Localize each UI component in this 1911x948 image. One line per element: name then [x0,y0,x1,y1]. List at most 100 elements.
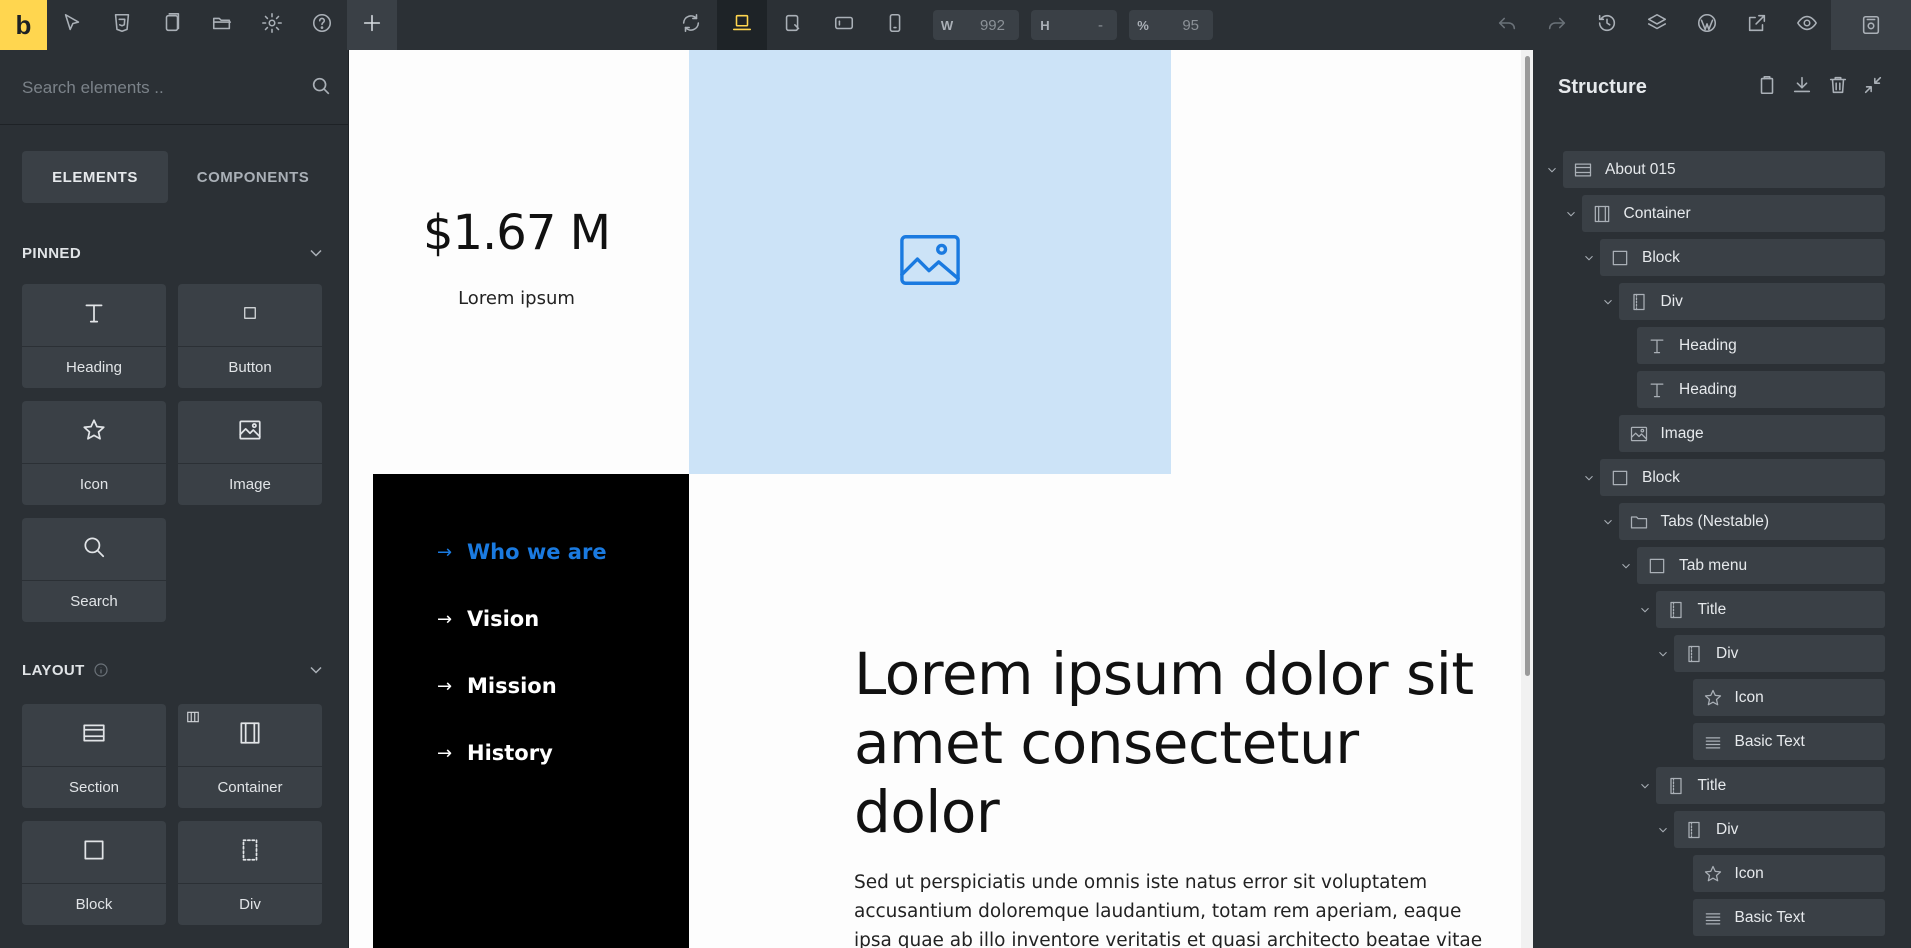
chevron-down-icon[interactable] [1636,591,1654,628]
structure-item-box[interactable] [1655,767,1885,804]
structure-item[interactable]: About 015 [1533,151,1885,188]
chevron-down-icon[interactable] [1580,239,1598,276]
tab-elements[interactable]: ELEMENTS [22,151,168,203]
chevron-down-icon[interactable] [1580,459,1598,496]
structure-item[interactable]: Title [1533,767,1885,804]
css-button[interactable] [97,0,147,50]
chevron-down-icon[interactable] [1636,767,1654,804]
chevron-down-icon[interactable] [1599,283,1617,320]
element-label: Container [217,779,283,796]
tab-history[interactable]: → History [437,741,553,765]
chevron-down-icon[interactable] [1599,503,1617,540]
element-label: Button [228,359,272,376]
breakpoint-tablet-button[interactable] [819,0,869,50]
structure-item[interactable]: Container [1533,195,1885,232]
structure-item[interactable]: Title [1533,591,1885,628]
structure-item[interactable]: Tab menu [1533,547,1885,584]
element-div[interactable]: Div [178,821,322,925]
element-button[interactable]: Button [178,284,322,388]
select-cursor-button[interactable] [47,0,97,50]
element-heading[interactable]: Heading [22,284,166,388]
layers-button[interactable] [1632,0,1682,50]
structure-item[interactable]: Heading [1533,327,1885,364]
clipboard-icon[interactable] [1756,74,1780,98]
chevron-down-icon[interactable] [1617,547,1635,584]
structure-item[interactable]: Icon [1533,855,1885,892]
preview-canvas[interactable]: $1.67 M Lorem ipsum → Who we are → Visio… [348,50,1533,948]
element-block[interactable]: Block [22,821,166,925]
trash-icon[interactable] [1827,74,1851,98]
chevron-down-icon[interactable] [1654,635,1672,672]
structure-item-box[interactable] [1637,547,1885,584]
tab-who-we-are[interactable]: → Who we are [437,540,607,564]
chevron-down-icon[interactable] [1562,195,1580,232]
tab-vision[interactable]: → Vision [437,607,539,631]
height-field[interactable]: H - [1031,10,1117,40]
structure-item[interactable]: Tabs (Nestable) [1533,503,1885,540]
breakpoint-desktop-button[interactable] [717,0,767,50]
width-label: W [940,17,954,33]
content-heading[interactable]: Lorem ipsum dolor sit amet consectetur d… [854,640,1504,847]
structure-item-box[interactable] [1637,327,1885,364]
structure-item[interactable]: Heading [1533,371,1885,408]
undo-button[interactable] [1482,0,1532,50]
tab-mission[interactable]: → Mission [437,674,557,698]
help-button[interactable] [297,0,347,50]
structure-item[interactable]: Div [1533,635,1885,672]
element-search[interactable]: Search elements .. [0,50,348,125]
structure-item-box[interactable] [1674,811,1885,848]
zoom-field[interactable]: % 95 [1129,10,1213,40]
container-icon [1592,204,1612,224]
structure-item[interactable]: Image [1533,415,1885,452]
logo[interactable]: b [0,0,47,50]
settings-button[interactable] [247,0,297,50]
pages-button[interactable] [147,0,197,50]
width-field[interactable]: W 992 [933,10,1019,40]
content-body[interactable]: Sed ut perspiciatis unde omnis iste natu… [854,868,1504,948]
stat-label[interactable]: Lorem ipsum [349,288,684,309]
structure-item-box[interactable] [1618,415,1885,452]
collapse-icon[interactable] [1862,74,1886,98]
text-icon [1703,908,1723,928]
stat-value[interactable]: $1.67 M [349,205,684,261]
structure-item[interactable]: Div [1533,283,1885,320]
structure-item-box[interactable] [1674,635,1885,672]
save-button[interactable] [1831,0,1911,50]
pinned-header[interactable]: PINNED [22,243,326,263]
breakpoint-mobile-button[interactable] [870,0,920,50]
layout-header[interactable]: LAYOUT [22,660,326,680]
tab-components[interactable]: COMPONENTS [180,151,326,203]
structure-item-label: Container [1623,205,1691,222]
element-search[interactable]: Search [22,518,166,622]
revisions-button[interactable] [1582,0,1632,50]
wordpress-button[interactable] [1682,0,1732,50]
structure-panel: Structure About 015 Container Block Div Head… [1533,50,1911,948]
image-placeholder[interactable] [689,50,1171,474]
element-container[interactable]: Container [178,704,322,808]
structure-item[interactable]: Block [1533,239,1885,276]
reload-button[interactable] [666,0,716,50]
structure-item[interactable]: Icon [1533,679,1885,716]
structure-item[interactable]: Basic Text [1533,899,1885,936]
breakpoint-tablet-landscape-button[interactable] [768,0,818,50]
structure-item[interactable]: Div [1533,811,1885,848]
chevron-down-icon[interactable] [1543,151,1561,188]
scrollbar-thumb[interactable] [1525,56,1530,676]
wordpress-icon [1696,12,1718,39]
structure-item[interactable]: Block [1533,459,1885,496]
preview-button[interactable] [1782,0,1832,50]
structure-item[interactable]: Basic Text [1533,723,1885,760]
templates-button[interactable] [197,0,247,50]
canvas-scrollbar[interactable] [1521,50,1533,948]
element-image[interactable]: Image [178,401,322,505]
download-icon[interactable] [1791,74,1815,98]
structure-item-box[interactable] [1655,591,1885,628]
redo-button[interactable] [1532,0,1582,50]
chevron-down-icon[interactable] [1654,811,1672,848]
element-section[interactable]: Section [22,704,166,808]
structure-item-box[interactable] [1637,371,1885,408]
view-frontend-button[interactable] [1732,0,1782,50]
add-element-button[interactable] [347,0,397,50]
element-icon[interactable]: Icon [22,401,166,505]
structure-item-box[interactable] [1618,283,1885,320]
